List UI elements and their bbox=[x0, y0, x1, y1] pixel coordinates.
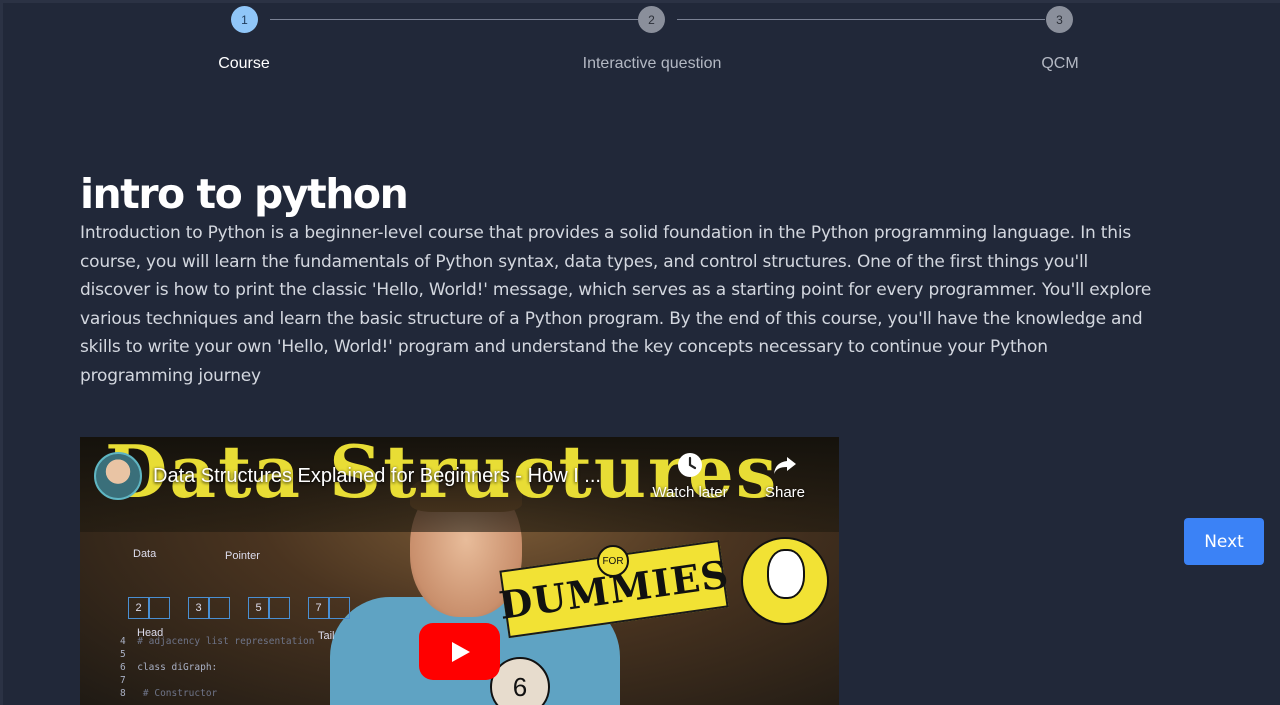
code-line: 4 # adjacency list representation bbox=[120, 636, 315, 647]
code-line: 5 bbox=[120, 649, 126, 660]
step-connector-2 bbox=[677, 19, 1045, 20]
code-line: 8 # Constructor bbox=[120, 688, 218, 699]
list-node: 2 bbox=[128, 597, 149, 619]
list-node-pointer bbox=[269, 597, 290, 619]
play-icon bbox=[451, 641, 470, 662]
code-line: 6 class diGraph: bbox=[120, 662, 218, 673]
video-player[interactable]: Data Structures Data Pointer 2 3 5 7 Hea… bbox=[80, 437, 839, 705]
step-1-circle[interactable]: 1 bbox=[231, 6, 258, 33]
list-node-pointer bbox=[329, 597, 350, 619]
code-snippet: 4 # adjacency list representation 5 6 cl… bbox=[120, 635, 315, 700]
dummies-mascot-face bbox=[767, 549, 805, 599]
list-node: 3 bbox=[188, 597, 209, 619]
progress-stepper: 1 2 3 Course Interactive question QCM bbox=[0, 0, 1280, 90]
step-connector-1 bbox=[270, 19, 638, 20]
code-line: 7 bbox=[120, 675, 126, 686]
next-button[interactable]: Next bbox=[1184, 518, 1264, 565]
video-title[interactable]: Data Structures Explained for Beginners … bbox=[153, 465, 601, 488]
step-3-circle[interactable]: 3 bbox=[1046, 6, 1073, 33]
step-1-label: Course bbox=[218, 55, 270, 72]
course-title: intro to python bbox=[80, 170, 409, 218]
list-node: 7 bbox=[308, 597, 329, 619]
diagram-data-label: Data bbox=[133, 548, 157, 560]
watch-later-label: Watch later bbox=[652, 484, 728, 501]
list-node: 5 bbox=[248, 597, 269, 619]
share-label: Share bbox=[764, 484, 806, 501]
course-description: Introduction to Python is a beginner-lev… bbox=[80, 223, 1152, 386]
step-2-label: Interactive question bbox=[582, 55, 722, 72]
left-border bbox=[0, 0, 3, 705]
channel-avatar[interactable] bbox=[94, 452, 142, 500]
diagram-tail-label: Tail bbox=[318, 630, 335, 642]
diagram-pointer-label: Pointer bbox=[225, 550, 260, 562]
list-node-pointer bbox=[209, 597, 230, 619]
share-icon bbox=[774, 457, 796, 474]
for-badge: FOR bbox=[597, 545, 629, 577]
play-button[interactable] bbox=[419, 623, 500, 680]
clock-icon bbox=[678, 453, 702, 477]
step-2-circle[interactable]: 2 bbox=[638, 6, 665, 33]
share-button[interactable]: Share bbox=[740, 452, 830, 501]
watch-later-button[interactable]: Watch later bbox=[645, 452, 735, 501]
step-3-label: QCM bbox=[1041, 55, 1079, 72]
list-node-pointer bbox=[149, 597, 170, 619]
